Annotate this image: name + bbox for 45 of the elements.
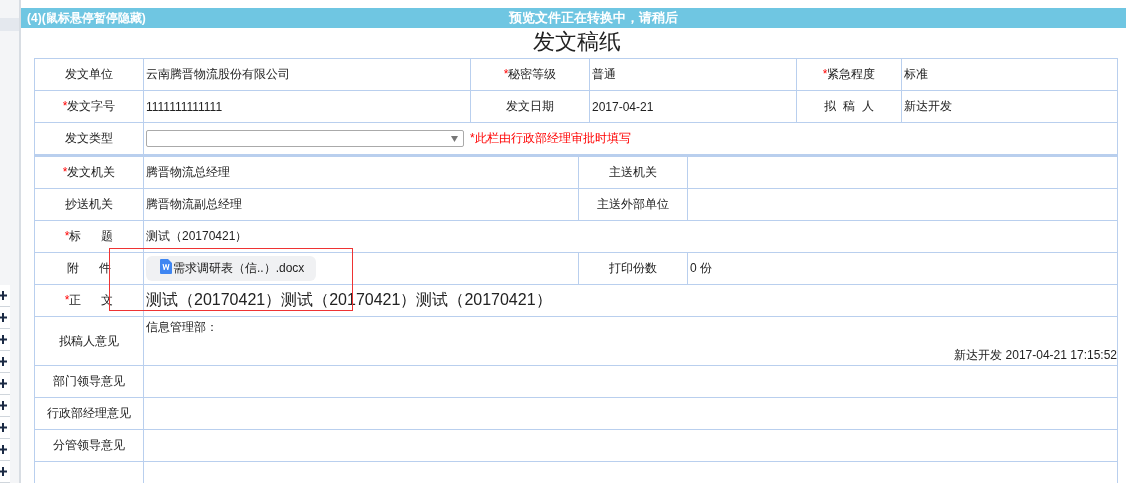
form-title: 发文稿纸 [531,28,622,56]
field-label: 主送机关 [578,156,688,189]
expand-icon[interactable] [0,423,7,432]
field-note: *此栏由行政部经理审批时填写 [470,130,631,147]
field-value: 新达开发 [901,90,1118,123]
expand-icon[interactable] [0,467,7,476]
field-label: 发文日期 [470,90,590,123]
expand-icon[interactable] [0,445,7,454]
field-label: 拟稿人意见 [34,316,144,366]
expand-icon[interactable] [0,291,7,300]
field-label: 发文单位 [34,58,144,91]
caret-icon [451,135,458,142]
field-label: 发文类型 [34,122,144,155]
field-label: *紧急程度 [796,58,902,91]
field-label: *标 题 [34,220,144,253]
field-label: *发文字号 [34,90,144,123]
expand-icon[interactable] [0,335,7,344]
field-label: *发文机关 [34,156,144,189]
field-label: 主送外部单位 [578,188,688,221]
word-document-icon [160,259,172,274]
field-label: 抄送机关 [34,188,144,221]
field-value: 标准 [901,58,1118,91]
expand-icon[interactable] [0,401,7,410]
field-label: 拟 稿 人 [796,90,902,123]
field-value: 云南腾晋物流股份有限公司 [143,58,471,91]
opinion-text: 信息管理部： [145,319,219,336]
header-hint: (4)(鼠标悬停暂停隐藏) [27,9,146,27]
field-label: *秘密等级 [470,58,590,91]
field-value: 测试（20170421） [143,220,1118,253]
field-label: 分管领导意见 [34,429,144,462]
attachment-link[interactable]: 需求调研表（信..）.docx [146,256,317,281]
field-value: 腾晋物流总经理 [143,156,579,189]
field-value: 0 份 [687,252,1118,285]
signature-text: 新达开发 2017-04-21 17:15:52 [953,347,1117,364]
field-label: 行政部经理意见 [34,397,144,430]
field-value: 2017-04-21 [589,90,797,123]
field-value: 1111111111111 [143,90,471,123]
expand-icon[interactable] [0,357,7,366]
expand-icon[interactable] [0,379,7,388]
field-label: 打印份数 [578,252,688,285]
field-value: 普通 [589,58,797,91]
expand-icon[interactable] [0,313,7,322]
status-message: 预览文件正在转换中，请稍后 [509,9,678,27]
field-label: 部门领导意见 [34,365,144,398]
field-value: 腾晋物流副总经理 [143,188,579,221]
